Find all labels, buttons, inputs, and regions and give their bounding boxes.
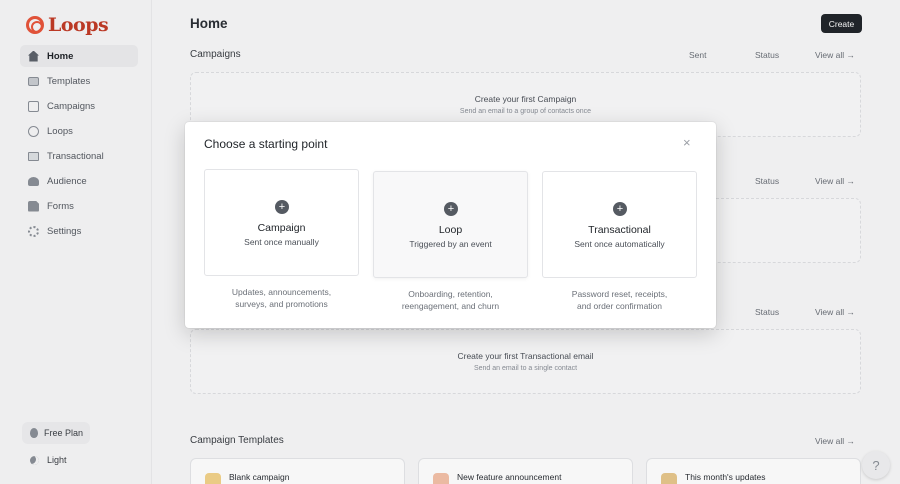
plus-icon: + [444,202,458,216]
modal-title: Choose a starting point [204,137,328,151]
description-line: reengagement, and churn [401,301,500,311]
close-icon[interactable]: × [683,135,691,150]
description-line: and order confirmation [576,301,663,311]
option-name: Transactional [588,224,651,236]
option-loop[interactable]: + Loop Triggered by an event [373,171,528,278]
description-line: surveys, and promotions [235,299,328,309]
option-campaign-description: Updates, announcements, surveys, and pro… [204,286,359,310]
plus-icon: + [613,202,627,216]
option-name: Campaign [257,222,306,234]
starting-point-modal: Choose a starting point × + Campaign Sen… [185,122,716,328]
option-subtitle: Sent once manually [244,237,319,247]
description-line: Onboarding, retention, [408,289,493,299]
description-line: Updates, announcements, [231,287,332,297]
option-subtitle: Triggered by an event [409,239,492,249]
option-subtitle: Sent once automatically [574,239,665,249]
description-line: Password reset, receipts, [571,289,668,299]
option-transactional-description: Password reset, receipts, and order conf… [542,288,697,312]
option-campaign[interactable]: + Campaign Sent once manually [204,169,359,276]
option-transactional[interactable]: + Transactional Sent once automatically [542,171,697,278]
option-name: Loop [438,224,463,236]
plus-icon: + [275,200,289,214]
option-loop-description: Onboarding, retention, reengagement, and… [373,288,528,312]
